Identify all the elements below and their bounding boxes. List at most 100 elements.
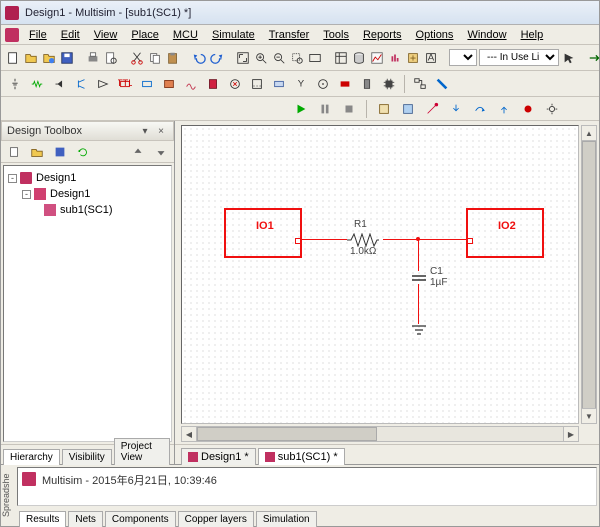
stop-button[interactable] — [339, 99, 359, 119]
paste-button[interactable] — [165, 48, 181, 68]
menu-file[interactable]: File — [23, 27, 53, 43]
print-button[interactable] — [85, 48, 101, 68]
tool-goto-button[interactable] — [587, 48, 600, 68]
inuse-list-dropdown[interactable]: --- In Use List --- — [479, 49, 559, 66]
menu-mcu[interactable]: MCU — [167, 27, 204, 43]
grapher-button[interactable] — [369, 48, 385, 68]
print-preview-button[interactable] — [103, 48, 119, 68]
zoom-in-button[interactable] — [253, 48, 269, 68]
place-diode-button[interactable] — [49, 74, 69, 94]
redo-button[interactable] — [209, 48, 225, 68]
toolbox-new-button[interactable] — [4, 142, 24, 162]
wire-node-io2[interactable] — [418, 239, 466, 240]
wire-io1-r1[interactable] — [302, 239, 347, 240]
place-indicator-button[interactable] — [203, 74, 223, 94]
instrument-probe-button[interactable] — [422, 99, 442, 119]
menu-edit[interactable]: Edit — [55, 27, 86, 43]
toolbox-save-button[interactable] — [50, 142, 70, 162]
menu-help[interactable]: Help — [515, 27, 550, 43]
pane-close-icon[interactable]: × — [154, 124, 168, 138]
toolbox-open-button[interactable] — [27, 142, 47, 162]
toolbox-up-button[interactable] — [128, 142, 148, 162]
place-power-button[interactable] — [225, 74, 245, 94]
horizontal-scrollbar[interactable]: ◀ ▶ — [181, 426, 579, 442]
place-mcu-button[interactable] — [379, 74, 399, 94]
undo-button[interactable] — [191, 48, 207, 68]
menu-transfer[interactable]: Transfer — [263, 27, 316, 43]
menu-window[interactable]: Window — [461, 27, 512, 43]
place-transistor-button[interactable] — [71, 74, 91, 94]
tool-arrow-button[interactable] — [561, 48, 577, 68]
place-electromech-button[interactable] — [313, 74, 333, 94]
instrument-settings-button[interactable] — [542, 99, 562, 119]
component-wizard-button[interactable] — [405, 48, 421, 68]
tree-design[interactable]: Design1 — [50, 188, 90, 200]
design-tree[interactable]: -Design1 -Design1 sub1(SC1) — [3, 165, 172, 442]
io2-connector[interactable]: IO2 — [466, 208, 544, 258]
component-c1[interactable] — [410, 271, 428, 288]
menu-options[interactable]: Options — [410, 27, 460, 43]
tab-results[interactable]: Results — [19, 511, 66, 527]
tab-hierarchy[interactable]: Hierarchy — [3, 449, 60, 465]
instrument-step-into-button[interactable] — [446, 99, 466, 119]
tab-visibility[interactable]: Visibility — [62, 449, 112, 465]
tab-simulation[interactable]: Simulation — [256, 511, 317, 527]
open-samples-button[interactable] — [41, 48, 57, 68]
place-advanced-button[interactable] — [269, 74, 289, 94]
tree-root[interactable]: Design1 — [36, 172, 76, 184]
zoom-area-button[interactable] — [289, 48, 305, 68]
zoom-fit-button[interactable] — [307, 48, 323, 68]
scroll-up-button[interactable]: ▲ — [582, 126, 596, 141]
menu-tools[interactable]: Tools — [317, 27, 355, 43]
hscroll-thumb[interactable] — [197, 427, 377, 441]
run-button[interactable] — [291, 99, 311, 119]
pane-dropdown-icon[interactable]: ▾ — [138, 124, 152, 138]
toolbox-refresh-button[interactable] — [73, 142, 93, 162]
scroll-left-button[interactable]: ◀ — [182, 427, 197, 441]
tab-project-view[interactable]: Project View — [114, 438, 170, 465]
wire-r1-node[interactable] — [383, 239, 418, 240]
instrument-scope-button[interactable] — [398, 99, 418, 119]
place-hierarchical-button[interactable] — [410, 74, 430, 94]
io1-connector[interactable]: IO1 — [224, 208, 302, 258]
menu-simulate[interactable]: Simulate — [206, 27, 261, 43]
place-analog-button[interactable] — [93, 74, 113, 94]
zoom-full-button[interactable] — [235, 48, 251, 68]
zoom-dropdown[interactable] — [449, 49, 477, 66]
place-bus-button[interactable] — [432, 74, 452, 94]
cut-button[interactable] — [129, 48, 145, 68]
open-button[interactable] — [23, 48, 39, 68]
postprocessor-button[interactable] — [387, 48, 403, 68]
toggle-spreadsheet-button[interactable] — [333, 48, 349, 68]
component-ground[interactable] — [410, 324, 428, 341]
wire-c1-gnd[interactable] — [418, 284, 419, 324]
place-misc-button[interactable]: … — [247, 74, 267, 94]
place-ni-button[interactable] — [335, 74, 355, 94]
place-ttl-button[interactable]: TTL — [115, 74, 135, 94]
editor-tab-design1[interactable]: Design1 * — [181, 448, 256, 465]
editor-tab-sub1[interactable]: sub1(SC1) * — [258, 448, 345, 465]
schematic-canvas[interactable]: IO1 IO2 R1 1.0kΩ — [181, 125, 579, 424]
tab-nets[interactable]: Nets — [68, 511, 103, 527]
place-basic-button[interactable] — [27, 74, 47, 94]
place-misc-digital-button[interactable] — [159, 74, 179, 94]
pause-button[interactable] — [315, 99, 335, 119]
vscroll-thumb[interactable] — [582, 141, 596, 421]
vertical-scrollbar[interactable]: ▲ ▼ — [581, 125, 597, 424]
instrument-multimeter-button[interactable] — [374, 99, 394, 119]
scroll-down-button[interactable]: ▼ — [582, 408, 596, 423]
toolbox-down-button[interactable] — [151, 142, 171, 162]
tab-components[interactable]: Components — [105, 511, 176, 527]
zoom-out-button[interactable] — [271, 48, 287, 68]
new-button[interactable] — [5, 48, 21, 68]
place-cmos-button[interactable] — [137, 74, 157, 94]
menu-reports[interactable]: Reports — [357, 27, 408, 43]
save-button[interactable] — [59, 48, 75, 68]
tab-copper-layers[interactable]: Copper layers — [178, 511, 254, 527]
place-connector-button[interactable] — [357, 74, 377, 94]
instrument-step-over-button[interactable] — [470, 99, 490, 119]
wire-node-c1[interactable] — [418, 239, 419, 271]
place-mixed-button[interactable] — [181, 74, 201, 94]
tree-subcircuit[interactable]: sub1(SC1) — [60, 204, 113, 216]
copy-button[interactable] — [147, 48, 163, 68]
